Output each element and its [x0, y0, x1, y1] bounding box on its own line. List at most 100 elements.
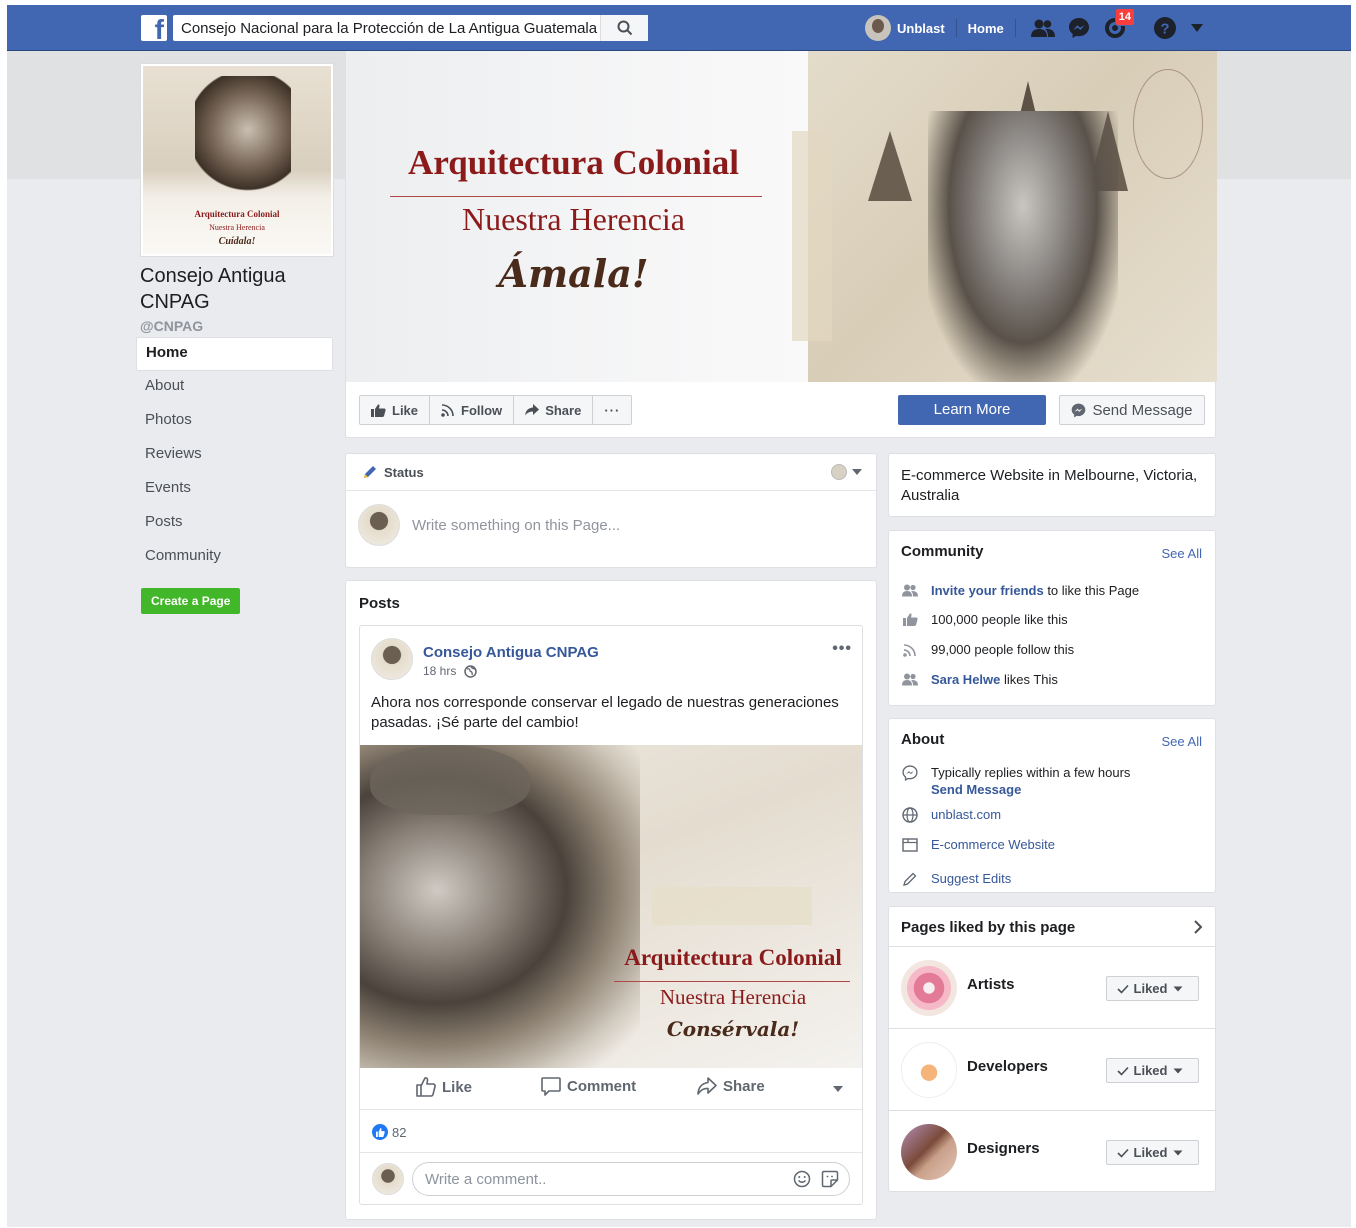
post-like-label: Like [442, 1078, 473, 1096]
post-author-name[interactable]: Consejo Antigua CNPAG [423, 644, 599, 661]
like-reaction-icon [372, 1124, 388, 1140]
community-see-all-link[interactable]: See All [1162, 546, 1202, 561]
post-composer: Status Write something on this Page... [345, 453, 877, 568]
post-comment-button[interactable]: Comment [541, 1077, 636, 1096]
nav-item-community[interactable]: Community [136, 541, 333, 575]
account-menu-button[interactable] [1183, 14, 1211, 42]
page-name[interactable]: Consejo Antigua CNPAG [140, 263, 330, 315]
website-row: unblast.com [901, 806, 1001, 823]
post-as-selector[interactable] [831, 464, 862, 480]
pages-liked-card: Pages liked by this page Artists Liked D… [888, 906, 1216, 1192]
nav-item-photos[interactable]: Photos [136, 405, 333, 439]
liked-toggle-button[interactable]: Liked [1106, 976, 1199, 1001]
about-see-all-link[interactable]: See All [1162, 734, 1202, 749]
search-bar[interactable]: Consejo Nacional para la Protección de L… [173, 15, 648, 41]
cover-subtitle: Nuestra Herencia [462, 201, 685, 237]
messenger-icon [1072, 403, 1086, 417]
cover-title: Arquitectura Colonial [408, 143, 739, 182]
post-author-avatar[interactable] [371, 638, 413, 680]
website-link[interactable]: unblast.com [931, 806, 1001, 823]
like-page-button[interactable]: Like [360, 396, 431, 424]
comment-tools [793, 1170, 839, 1188]
invite-friends-link[interactable]: Invite your friends [931, 583, 1044, 598]
post-share-button[interactable]: Share [697, 1077, 765, 1095]
nav-item-about[interactable]: About [136, 371, 333, 405]
sticker-icon[interactable] [821, 1170, 839, 1188]
category-link[interactable]: E-commerce Website [931, 836, 1055, 853]
category-row: E-commerce Website [901, 836, 1055, 853]
suggest-edits-link[interactable]: Suggest Edits [931, 870, 1011, 887]
likes-count-text: 100,000 people like this [931, 612, 1068, 627]
share-page-button[interactable]: Share [514, 396, 594, 424]
search-icon [617, 20, 632, 36]
chevron-right-icon[interactable] [1193, 920, 1203, 934]
messenger-button[interactable] [1065, 14, 1093, 42]
help-button[interactable]: ? [1151, 14, 1179, 42]
help-icon: ? [1153, 17, 1176, 39]
notifications-button[interactable]: 14 [1101, 8, 1136, 42]
follow-page-button[interactable]: Follow [430, 396, 515, 424]
liked-page-name[interactable]: Developers [967, 1058, 1048, 1075]
divider [1014, 19, 1016, 37]
invite-friends-row: Invite your friends to like this Page [901, 582, 1139, 599]
share-options-button[interactable] [832, 1085, 850, 1093]
dropdown-icon [1190, 24, 1203, 32]
page-category-text: E-commerce Website in Melbourne, Victori… [901, 467, 1198, 504]
chevron-down-icon [1173, 986, 1183, 991]
cover-artwork-right [808, 51, 1217, 382]
composer-tab-status[interactable]: Status [346, 454, 876, 491]
more-options-button[interactable]: ··· [593, 396, 631, 424]
learn-more-button[interactable]: Learn More [898, 395, 1046, 425]
cover-photo[interactable]: Arquitectura Colonial Nuestra Herencia Á… [346, 51, 1217, 382]
profile-link[interactable]: Unblast [897, 21, 945, 36]
facebook-logo-icon[interactable]: f [141, 15, 167, 41]
post-like-button[interactable]: Like [416, 1077, 472, 1097]
people-icon [901, 582, 919, 599]
nav-item-reviews[interactable]: Reviews [136, 439, 333, 473]
followers-count-text: 99,000 people follow this [931, 642, 1075, 657]
torn-paper-edge [792, 131, 832, 341]
nav-item-home[interactable]: Home [136, 337, 333, 371]
pencil-icon [901, 870, 919, 887]
liked-toggle-button[interactable]: Liked [1106, 1140, 1199, 1165]
comment-input[interactable]: Write a comment.. [412, 1162, 850, 1196]
globe-icon [464, 664, 478, 678]
post-options-button[interactable]: ••• [832, 640, 852, 658]
reactions-summary[interactable]: 82 [372, 1124, 406, 1140]
post-time-text[interactable]: 18 hrs [423, 664, 456, 678]
liked-page-thumbnail[interactable] [901, 1042, 957, 1098]
about-send-message-link[interactable]: Send Message [931, 782, 1021, 797]
user-avatar[interactable] [865, 15, 891, 41]
post-image[interactable]: Arquitectura Colonial Nuestra Herencia C… [360, 745, 862, 1068]
share-icon [697, 1077, 717, 1095]
composer-input[interactable]: Write something on this Page... [412, 517, 620, 534]
friend-likes-rest: likes This [1000, 672, 1058, 687]
create-page-button[interactable]: Create a Page [141, 588, 241, 614]
search-button[interactable] [600, 15, 648, 41]
pages-liked-header[interactable]: Pages liked by this page [889, 907, 1215, 947]
share-icon [525, 404, 540, 416]
posts-section: Posts Consejo Antigua CNPAG 18 hrs ••• A… [345, 580, 877, 1220]
browser-icon [901, 836, 919, 853]
top-navigation-bar: f Consejo Nacional para la Protección de… [7, 5, 1351, 51]
like-label: Like [392, 402, 419, 418]
send-message-button[interactable]: Send Message [1059, 395, 1205, 425]
page-profile-picture[interactable]: Arquitectura Colonial Nuestra Herencia C… [140, 63, 334, 257]
post-image-hat [370, 745, 530, 815]
nav-item-events[interactable]: Events [136, 473, 333, 507]
liked-page-name[interactable]: Designers [967, 1140, 1040, 1157]
friend-requests-button[interactable] [1029, 14, 1057, 42]
friend-name-link[interactable]: Sara Helwe [931, 672, 1000, 687]
emoji-icon[interactable] [793, 1170, 811, 1188]
liked-toggle-button[interactable]: Liked [1106, 1058, 1199, 1083]
post-image-script: Consérvala! [666, 1017, 800, 1041]
search-input[interactable]: Consejo Nacional para la Protección de L… [173, 20, 600, 37]
liked-page-name[interactable]: Artists [967, 976, 1015, 993]
page-handle[interactable]: @CNPAG [140, 318, 203, 334]
liked-page-thumbnail[interactable] [901, 960, 957, 1016]
share-label: Share [545, 402, 582, 418]
liked-page-thumbnail[interactable] [901, 1124, 957, 1180]
post-timestamp: 18 hrs [423, 664, 478, 678]
home-link[interactable]: Home [968, 21, 1004, 36]
nav-item-posts[interactable]: Posts [136, 507, 333, 541]
